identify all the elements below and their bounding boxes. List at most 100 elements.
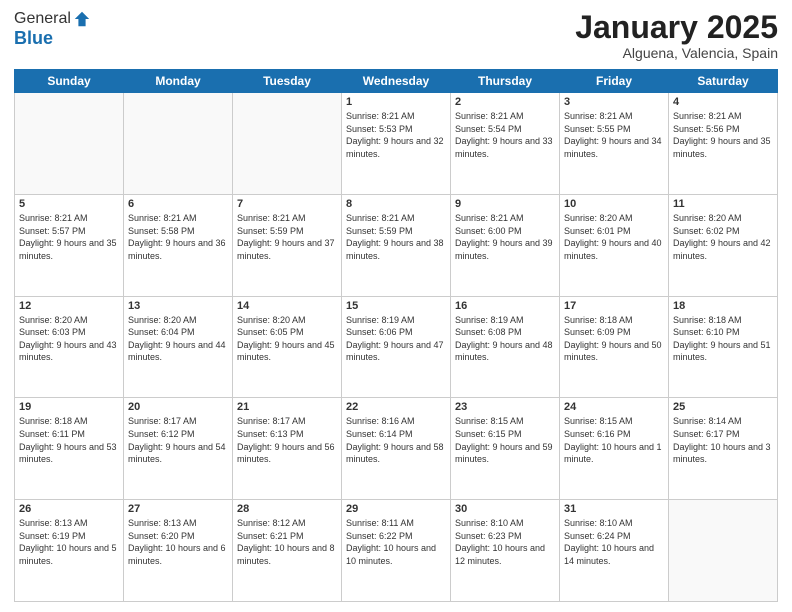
week-row-1: 5 Sunrise: 8:21 AM Sunset: 5:57 PM Daylig… <box>15 194 778 296</box>
calendar-cell: 16 Sunrise: 8:19 AM Sunset: 6:08 PM Dayli… <box>451 296 560 398</box>
day-number: 8 <box>346 198 446 210</box>
calendar-subtitle: Alguena, Valencia, Spain <box>575 45 778 61</box>
weekday-header-monday: Monday <box>124 70 233 93</box>
day-number: 12 <box>19 300 119 312</box>
calendar-cell: 29 Sunrise: 8:11 AM Sunset: 6:22 PM Dayli… <box>342 500 451 602</box>
day-number: 13 <box>128 300 228 312</box>
day-number: 24 <box>564 401 664 413</box>
week-row-4: 26Sunrise: 8:13 AM Sunset: 6:19 PM Dayli… <box>15 500 778 602</box>
day-number: 28 <box>237 503 337 515</box>
logo-icon <box>73 10 91 28</box>
day-info: Sunrise: 8:16 AM Sunset: 6:14 PM Dayligh… <box>346 415 446 465</box>
day-info: Sunrise: 8:18 AM Sunset: 6:09 PM Dayligh… <box>564 314 664 364</box>
day-info: Sunrise: 8:21 AM Sunset: 5:53 PM Dayligh… <box>346 110 446 160</box>
day-number: 7 <box>237 198 337 210</box>
calendar-cell: 30 Sunrise: 8:10 AM Sunset: 6:23 PM Dayli… <box>451 500 560 602</box>
weekday-header-friday: Friday <box>560 70 669 93</box>
day-number: 21 <box>237 401 337 413</box>
day-info: Sunrise: 8:21 AM Sunset: 5:56 PM Dayligh… <box>673 110 773 160</box>
day-number: 5 <box>19 198 119 210</box>
day-number: 18 <box>673 300 773 312</box>
day-number: 29 <box>346 503 446 515</box>
day-number: 26 <box>19 503 119 515</box>
day-info: Sunrise: 8:15 AM Sunset: 6:16 PM Dayligh… <box>564 415 664 465</box>
weekday-header-row: SundayMondayTuesdayWednesdayThursdayFrid… <box>15 70 778 93</box>
day-info: Sunrise: 8:21 AM Sunset: 5:58 PM Dayligh… <box>128 212 228 262</box>
calendar-cell: 18 Sunrise: 8:18 AM Sunset: 6:10 PM Dayli… <box>669 296 778 398</box>
calendar-cell: 7 Sunrise: 8:21 AM Sunset: 5:59 PM Daylig… <box>233 194 342 296</box>
day-info: Sunrise: 8:13 AM Sunset: 6:20 PM Dayligh… <box>128 517 228 567</box>
day-info: Sunrise: 8:18 AM Sunset: 6:11 PM Dayligh… <box>19 415 119 465</box>
day-number: 4 <box>673 96 773 108</box>
day-number: 1 <box>346 96 446 108</box>
day-number: 15 <box>346 300 446 312</box>
page: General Blue January 2025 Alguena, Valen… <box>0 0 792 612</box>
calendar-title: January 2025 <box>575 10 778 45</box>
weekday-header-thursday: Thursday <box>451 70 560 93</box>
calendar-cell: 11Sunrise: 8:20 AM Sunset: 6:02 PM Dayli… <box>669 194 778 296</box>
calendar-cell <box>124 93 233 195</box>
calendar-cell: 15Sunrise: 8:19 AM Sunset: 6:06 PM Dayli… <box>342 296 451 398</box>
weekday-header-sunday: Sunday <box>15 70 124 93</box>
day-info: Sunrise: 8:19 AM Sunset: 6:08 PM Dayligh… <box>455 314 555 364</box>
day-number: 10 <box>564 198 664 210</box>
day-number: 9 <box>455 198 555 210</box>
day-info: Sunrise: 8:10 AM Sunset: 6:24 PM Dayligh… <box>564 517 664 567</box>
day-info: Sunrise: 8:18 AM Sunset: 6:10 PM Dayligh… <box>673 314 773 364</box>
week-row-2: 12 Sunrise: 8:20 AM Sunset: 6:03 PM Dayli… <box>15 296 778 398</box>
calendar-cell: 3 Sunrise: 8:21 AM Sunset: 5:55 PM Daylig… <box>560 93 669 195</box>
day-info: Sunrise: 8:12 AM Sunset: 6:21 PM Dayligh… <box>237 517 337 567</box>
calendar-table: SundayMondayTuesdayWednesdayThursdayFrid… <box>14 69 778 602</box>
day-info: Sunrise: 8:10 AM Sunset: 6:23 PM Dayligh… <box>455 517 555 567</box>
day-info: Sunrise: 8:21 AM Sunset: 5:55 PM Dayligh… <box>564 110 664 160</box>
calendar-cell: 17Sunrise: 8:18 AM Sunset: 6:09 PM Dayli… <box>560 296 669 398</box>
day-info: Sunrise: 8:20 AM Sunset: 6:01 PM Dayligh… <box>564 212 664 262</box>
day-number: 3 <box>564 96 664 108</box>
week-row-3: 19 Sunrise: 8:18 AM Sunset: 6:11 PM Dayli… <box>15 398 778 500</box>
calendar-cell: 28 Sunrise: 8:12 AM Sunset: 6:21 PM Dayli… <box>233 500 342 602</box>
day-number: 19 <box>19 401 119 413</box>
calendar-cell: 12 Sunrise: 8:20 AM Sunset: 6:03 PM Dayli… <box>15 296 124 398</box>
day-info: Sunrise: 8:21 AM Sunset: 5:59 PM Dayligh… <box>346 212 446 262</box>
calendar-cell: 24 Sunrise: 8:15 AM Sunset: 6:16 PM Dayli… <box>560 398 669 500</box>
calendar-cell: 8 Sunrise: 8:21 AM Sunset: 5:59 PM Daylig… <box>342 194 451 296</box>
calendar-cell: 26Sunrise: 8:13 AM Sunset: 6:19 PM Dayli… <box>15 500 124 602</box>
calendar-cell: 6Sunrise: 8:21 AM Sunset: 5:58 PM Daylig… <box>124 194 233 296</box>
week-row-0: 1 Sunrise: 8:21 AM Sunset: 5:53 PM Daylig… <box>15 93 778 195</box>
calendar-cell <box>669 500 778 602</box>
day-info: Sunrise: 8:21 AM Sunset: 5:59 PM Dayligh… <box>237 212 337 262</box>
calendar-cell: 2Sunrise: 8:21 AM Sunset: 5:54 PM Daylig… <box>451 93 560 195</box>
calendar-cell: 10 Sunrise: 8:20 AM Sunset: 6:01 PM Dayli… <box>560 194 669 296</box>
day-info: Sunrise: 8:20 AM Sunset: 6:03 PM Dayligh… <box>19 314 119 364</box>
calendar-cell: 13Sunrise: 8:20 AM Sunset: 6:04 PM Dayli… <box>124 296 233 398</box>
day-info: Sunrise: 8:14 AM Sunset: 6:17 PM Dayligh… <box>673 415 773 465</box>
calendar-cell: 25 Sunrise: 8:14 AM Sunset: 6:17 PM Dayli… <box>669 398 778 500</box>
day-info: Sunrise: 8:15 AM Sunset: 6:15 PM Dayligh… <box>455 415 555 465</box>
day-info: Sunrise: 8:11 AM Sunset: 6:22 PM Dayligh… <box>346 517 446 567</box>
weekday-header-wednesday: Wednesday <box>342 70 451 93</box>
day-info: Sunrise: 8:21 AM Sunset: 5:57 PM Dayligh… <box>19 212 119 262</box>
day-number: 31 <box>564 503 664 515</box>
day-number: 2 <box>455 96 555 108</box>
header: General Blue January 2025 Alguena, Valen… <box>14 10 778 61</box>
day-number: 27 <box>128 503 228 515</box>
day-number: 23 <box>455 401 555 413</box>
calendar-cell: 23 Sunrise: 8:15 AM Sunset: 6:15 PM Dayli… <box>451 398 560 500</box>
day-info: Sunrise: 8:20 AM Sunset: 6:05 PM Dayligh… <box>237 314 337 364</box>
weekday-header-tuesday: Tuesday <box>233 70 342 93</box>
day-number: 16 <box>455 300 555 312</box>
day-number: 14 <box>237 300 337 312</box>
day-info: Sunrise: 8:17 AM Sunset: 6:12 PM Dayligh… <box>128 415 228 465</box>
title-block: January 2025 Alguena, Valencia, Spain <box>575 10 778 61</box>
day-number: 30 <box>455 503 555 515</box>
calendar-cell <box>15 93 124 195</box>
day-number: 25 <box>673 401 773 413</box>
calendar-cell <box>233 93 342 195</box>
day-number: 22 <box>346 401 446 413</box>
day-info: Sunrise: 8:21 AM Sunset: 6:00 PM Dayligh… <box>455 212 555 262</box>
calendar-cell: 4 Sunrise: 8:21 AM Sunset: 5:56 PM Daylig… <box>669 93 778 195</box>
logo-general: General <box>14 10 71 28</box>
weekday-header-saturday: Saturday <box>669 70 778 93</box>
calendar-cell: 31 Sunrise: 8:10 AM Sunset: 6:24 PM Dayli… <box>560 500 669 602</box>
calendar-cell: 5 Sunrise: 8:21 AM Sunset: 5:57 PM Daylig… <box>15 194 124 296</box>
